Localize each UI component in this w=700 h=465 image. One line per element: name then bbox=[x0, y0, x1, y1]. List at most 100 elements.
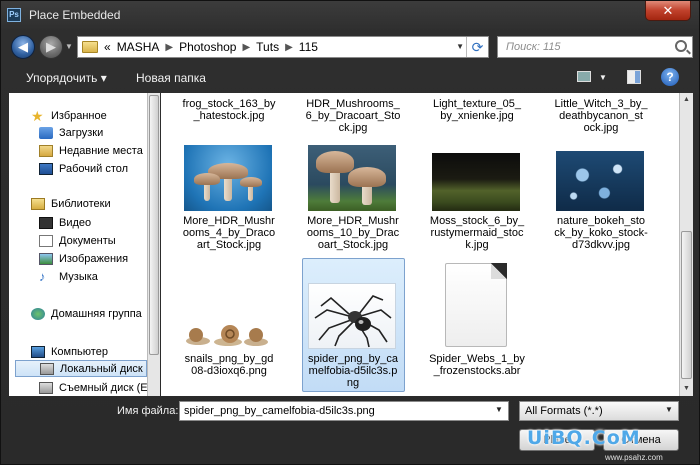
file-name: More_HDR_Mushr ooms_4_by_Draco art_Stock… bbox=[182, 215, 276, 251]
sidebar-item-removable-disk[interactable]: Съемный диск (E bbox=[39, 379, 147, 396]
homegroup-icon bbox=[31, 307, 45, 320]
sidebar-item-label: Недавние места bbox=[59, 144, 143, 157]
breadcrumb-separator-icon[interactable]: ▶ bbox=[165, 42, 173, 53]
file-name: nature_bokeh_sto ck_by_koko_stock- d73dk… bbox=[554, 215, 648, 251]
file-list-scrollbar[interactable]: ▲ ▼ bbox=[679, 93, 693, 396]
view-dropdown-icon[interactable]: ▼ bbox=[599, 73, 607, 82]
file-name: Spider_Webs_1_by _frozenstocks.abr bbox=[429, 353, 525, 377]
scroll-down-icon[interactable]: ▼ bbox=[680, 382, 693, 396]
breadcrumb-masha[interactable]: MASHA bbox=[117, 40, 160, 54]
breadcrumb-prefix[interactable]: « bbox=[104, 40, 111, 54]
title-bar: Ps Place Embedded ✕ bbox=[1, 1, 700, 29]
moss-thumbnail[interactable] bbox=[432, 153, 520, 211]
snails-icon bbox=[186, 325, 268, 346]
mushroom-cap bbox=[348, 167, 386, 187]
organize-menu-button[interactable]: Упорядочить ▾ bbox=[26, 71, 107, 85]
file-item[interactable]: Spider_Webs_1_by _frozenstocks.abr bbox=[427, 353, 527, 377]
file-name: More_HDR_Mushr ooms_10_by_Drac oart_Stoc… bbox=[306, 215, 400, 251]
filename-field[interactable]: spider_png_by_camelfobia-d5ilc3s.png bbox=[179, 401, 509, 421]
sidebar-item-images[interactable]: Изображения bbox=[39, 250, 128, 267]
breadcrumb-separator-icon[interactable]: ▶ bbox=[242, 42, 250, 53]
sidebar-item-documents[interactable]: Документы bbox=[39, 232, 116, 249]
close-button[interactable]: ✕ bbox=[645, 1, 691, 21]
sidebar-item-label: Видео bbox=[59, 216, 92, 229]
sidebar-item-downloads[interactable]: Загрузки bbox=[39, 124, 103, 141]
mushroom-thumbnail[interactable] bbox=[308, 145, 396, 211]
file-item[interactable]: More_HDR_Mushr ooms_10_by_Drac oart_Stoc… bbox=[303, 215, 403, 251]
watermark-url: www.psahz.com bbox=[605, 453, 663, 462]
breadcrumb-separator-icon[interactable]: ▶ bbox=[285, 42, 293, 53]
history-dropdown-icon[interactable]: ▼ bbox=[65, 42, 73, 51]
file-item[interactable]: Little_Witch_3_by_ deathbycanon_st ock.j… bbox=[551, 98, 651, 134]
navigation-pane: ★ Избранное Загрузки Недавние места Рабо… bbox=[9, 93, 147, 396]
star-icon: ★ bbox=[31, 107, 44, 124]
sidebar-item-computer[interactable]: Компьютер bbox=[31, 343, 108, 360]
bokeh-thumbnail[interactable] bbox=[556, 151, 644, 211]
file-item-selected[interactable]: spider_png_by_ca melfobia-d5ilc3s.p ng bbox=[303, 353, 403, 389]
mushroom-cap bbox=[194, 173, 220, 185]
spider-thumbnail[interactable] bbox=[308, 283, 396, 349]
format-dropdown-icon[interactable]: ▼ bbox=[665, 405, 673, 414]
mushroom-thumbnail[interactable] bbox=[184, 145, 272, 211]
sidebar-scrollbar[interactable] bbox=[147, 93, 160, 396]
spider-icon bbox=[314, 295, 392, 348]
search-placeholder: Поиск: 115 bbox=[506, 41, 561, 53]
sidebar-item-label: Локальный диск bbox=[60, 362, 143, 375]
snails-thumbnail[interactable] bbox=[184, 319, 272, 349]
mushroom-cap bbox=[316, 151, 354, 173]
address-bar[interactable]: « MASHA ▶ Photoshop ▶ Tuts ▶ 115 ▼ ⟳ bbox=[77, 36, 489, 58]
file-item[interactable]: More_HDR_Mushr ooms_4_by_Draco art_Stock… bbox=[179, 215, 279, 251]
sidebar-item-label: Изображения bbox=[59, 252, 129, 265]
music-icon: ♪ bbox=[39, 268, 46, 284]
sidebar-item-favorites[interactable]: ★ Избранное bbox=[31, 107, 107, 124]
preview-pane-icon[interactable] bbox=[627, 70, 641, 84]
breadcrumb-115[interactable]: 115 bbox=[299, 40, 318, 54]
sidebar-item-label: Компьютер bbox=[51, 345, 108, 358]
file-item[interactable]: HDR_Mushrooms_ 6_by_Dracoart_Sto ck.jpg bbox=[303, 98, 403, 134]
sidebar-item-video[interactable]: Видео bbox=[39, 214, 91, 231]
sidebar-item-homegroup[interactable]: Домашняя группа bbox=[31, 305, 142, 322]
refresh-icon[interactable]: ⟳ bbox=[466, 37, 488, 57]
sidebar-item-label: Домашняя группа bbox=[51, 307, 142, 320]
sidebar-item-music[interactable]: ♪ Музыка bbox=[39, 268, 98, 285]
sidebar-item-recent-places[interactable]: Недавние места bbox=[39, 142, 143, 159]
sidebar-item-label: Рабочий стол bbox=[59, 162, 129, 175]
file-name: HDR_Mushrooms_ 6_by_Dracoart_Sto ck.jpg bbox=[305, 98, 401, 134]
downloads-icon bbox=[39, 126, 53, 139]
file-list-scrollbar-thumb[interactable] bbox=[681, 231, 692, 379]
file-item[interactable]: nature_bokeh_sto ck_by_koko_stock- d73dk… bbox=[551, 215, 651, 251]
sidebar-item-label: Съемный диск (E bbox=[59, 381, 147, 394]
documents-icon bbox=[39, 234, 53, 247]
change-view-icon[interactable] bbox=[577, 71, 591, 82]
forward-button[interactable]: ▶ bbox=[39, 35, 63, 59]
file-item[interactable]: Moss_stock_6_by_ rustymermaid_stoc k.jpg bbox=[427, 215, 527, 251]
file-name: Light_texture_05_ by_xnienke.jpg bbox=[432, 98, 522, 122]
file-format-select[interactable]: All Formats (*.*) bbox=[519, 401, 679, 421]
video-icon bbox=[39, 216, 53, 229]
search-icon[interactable] bbox=[675, 40, 687, 52]
folder-icon bbox=[82, 41, 98, 53]
removable-disk-icon bbox=[39, 381, 53, 394]
photoshop-icon: Ps bbox=[7, 8, 21, 22]
filename-label: Имя файла: bbox=[117, 405, 179, 417]
sidebar-item-libraries[interactable]: Библиотеки bbox=[31, 195, 111, 212]
sidebar-scrollbar-thumb[interactable] bbox=[149, 95, 159, 355]
file-item[interactable]: snails_png_by_gd 08-d3ioxq6.png bbox=[179, 353, 279, 377]
search-input[interactable]: Поиск: 115 bbox=[497, 36, 693, 58]
file-item[interactable]: frog_stock_163_by _hatestock.jpg bbox=[179, 98, 279, 122]
address-dropdown-icon[interactable]: ▼ bbox=[456, 42, 464, 51]
scroll-up-icon[interactable]: ▲ bbox=[680, 93, 693, 107]
window-title: Place Embedded bbox=[29, 8, 121, 22]
filename-dropdown-icon[interactable]: ▼ bbox=[495, 405, 503, 414]
sidebar-item-desktop[interactable]: Рабочий стол bbox=[39, 160, 128, 177]
new-folder-button[interactable]: Новая папка bbox=[136, 71, 206, 85]
file-name: spider_png_by_ca melfobia-d5ilc3s.p ng bbox=[308, 353, 398, 389]
breadcrumb-tuts[interactable]: Tuts bbox=[256, 40, 279, 54]
help-icon[interactable]: ? bbox=[661, 68, 679, 86]
breadcrumb-photoshop[interactable]: Photoshop bbox=[179, 40, 236, 54]
sidebar-item-local-disk[interactable]: Локальный диск bbox=[15, 360, 147, 377]
document-icon[interactable] bbox=[445, 263, 507, 347]
file-item[interactable]: Light_texture_05_ by_xnienke.jpg bbox=[427, 98, 527, 122]
file-name: Moss_stock_6_by_ rustymermaid_stoc k.jpg bbox=[429, 215, 525, 251]
back-button[interactable]: ◀ bbox=[11, 35, 35, 59]
